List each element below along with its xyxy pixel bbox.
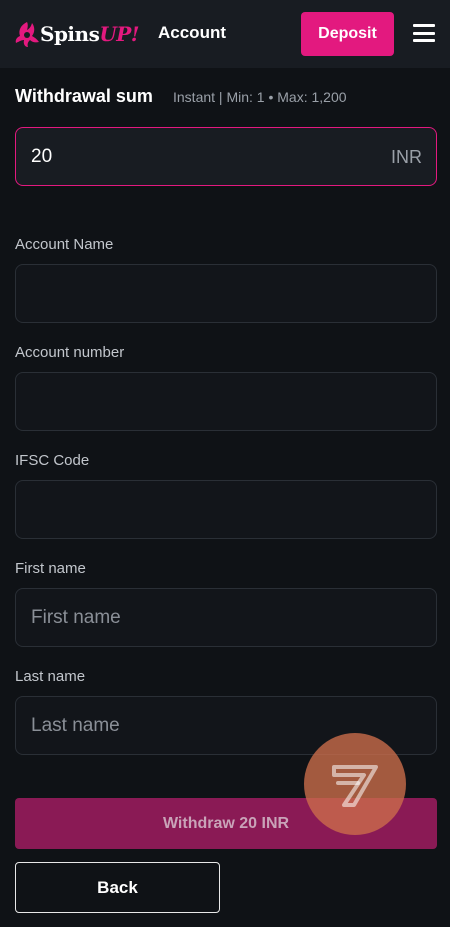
spinsup-logo[interactable]: SpinsUP! bbox=[12, 18, 140, 50]
withdrawal-limits-hint: Instant | Min: 1 • Max: 1,200 bbox=[173, 89, 347, 105]
top-bar: SpinsUP! Account Deposit bbox=[0, 0, 450, 68]
deposit-button[interactable]: Deposit bbox=[301, 12, 394, 56]
logo-accent: UP! bbox=[99, 22, 140, 46]
logo-text: SpinsUP! bbox=[40, 22, 140, 46]
account-name-field[interactable] bbox=[15, 264, 437, 323]
ifsc-code-label: IFSC Code bbox=[15, 452, 90, 469]
first-name-label: First name bbox=[15, 560, 86, 577]
logo-word: Spins bbox=[40, 22, 100, 46]
back-button[interactable]: Back bbox=[15, 862, 220, 913]
last-name-label: Last name bbox=[15, 668, 86, 685]
account-number-field[interactable] bbox=[15, 372, 437, 431]
logo-mark-icon bbox=[15, 22, 39, 47]
ifsc-code-field[interactable] bbox=[15, 480, 437, 539]
nav-account-link[interactable]: Account bbox=[158, 23, 226, 43]
chat-support-icon bbox=[332, 765, 378, 807]
account-name-label: Account Name bbox=[15, 236, 114, 253]
amount-value: 20 bbox=[31, 146, 53, 167]
account-number-label: Account number bbox=[15, 344, 125, 361]
amount-currency: INR bbox=[391, 147, 422, 167]
withdrawal-amount-input[interactable]: 20 INR bbox=[15, 127, 437, 186]
withdrawal-sum-title: Withdrawal sum bbox=[15, 86, 153, 106]
support-chat-widget[interactable] bbox=[304, 733, 406, 835]
hamburger-icon[interactable] bbox=[412, 22, 436, 44]
first-name-field[interactable] bbox=[15, 588, 437, 647]
